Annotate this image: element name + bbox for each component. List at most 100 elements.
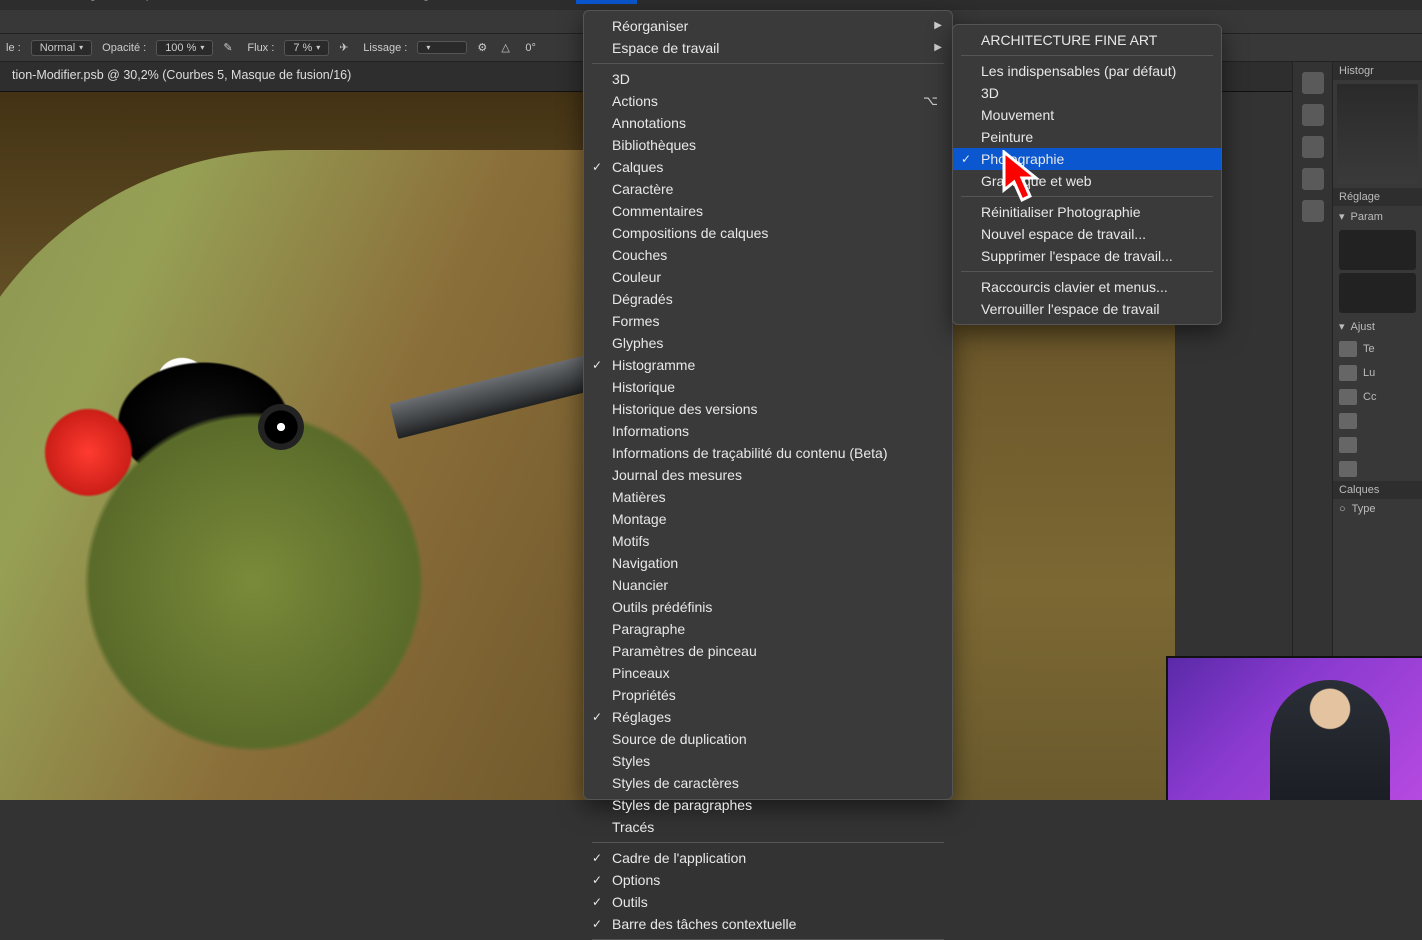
panel-histogram[interactable]: Histogr [1333,62,1422,80]
blend-mode-select[interactable]: Normal ▾ [31,40,92,56]
workspace-preset-1[interactable]: 3D [953,82,1221,104]
fenetre-item-7[interactable]: Compositions de calques [584,222,952,244]
toolstrip-icon-2[interactable] [1302,104,1324,126]
workspace-action-1[interactable]: Nouvel espace de travail... [953,223,1221,245]
fenetre-item-24[interactable]: Outils prédéfinis [584,596,952,618]
workspace-preset-3[interactable]: Peinture [953,126,1221,148]
fenetre-app-3[interactable]: ✓Barre des tâches contextuelle [584,913,952,935]
menu-item-label: Glyphes [612,333,663,353]
menu-item-label: Photographie [981,149,1064,169]
fenetre-app-2[interactable]: ✓Outils [584,891,952,913]
workspace-action-0[interactable]: Réinitialiser Photographie [953,201,1221,223]
lissage-value[interactable]: ▾ [417,41,467,54]
menubar-item-modules[interactable]: Modules externes [455,0,558,4]
fenetre-item-0[interactable]: 3D [584,68,952,90]
toolstrip-icon-5[interactable] [1302,200,1324,222]
fenetre-item-14[interactable]: Historique [584,376,952,398]
fenetre-item-30[interactable]: Source de duplication [584,728,952,750]
fenetre-item-18[interactable]: Journal des mesures [584,464,952,486]
menubar-item-filtre[interactable]: Filtre [302,0,331,4]
fenetre-item-31[interactable]: Styles [584,750,952,772]
menu-item-label: Caractère [612,179,673,199]
fenetre-item-12[interactable]: Glyphes [584,332,952,354]
fenetre-item-29[interactable]: ✓Réglages [584,706,952,728]
airbrush-icon[interactable]: ✈ [339,41,353,55]
menubar-item-selection[interactable]: Sélection [230,0,283,4]
fenetre-app-1[interactable]: ✓Options [584,869,952,891]
menu-item-label: Source de duplication [612,729,747,749]
fenetre-item-6[interactable]: Commentaires [584,200,952,222]
fenetre-item-13[interactable]: ✓Histogramme [584,354,952,376]
fenetre-item-22[interactable]: Navigation [584,552,952,574]
panel-ajust-row[interactable]: ▾Ajust [1333,316,1422,337]
workspace-action-2[interactable]: Supprimer l'espace de travail... [953,245,1221,267]
workspace-preset-4[interactable]: ✓Photographie [953,148,1221,170]
workspace-preset-2[interactable]: Mouvement [953,104,1221,126]
fenetre-item-32[interactable]: Styles de caractères [584,772,952,794]
fenetre-item-8[interactable]: Couches [584,244,952,266]
menu-item-label: Styles de caractères [612,773,739,793]
menubar-item-fenetre[interactable]: Fenêtre [576,0,637,4]
toolstrip-icon-3[interactable] [1302,136,1324,158]
fenetre-head-0[interactable]: Réorganiser▶ [584,15,952,37]
fenetre-item-23[interactable]: Nuancier [584,574,952,596]
menubar-item-affichage[interactable]: Affichage [383,0,437,4]
angle-icon[interactable]: △ [501,41,515,55]
menubar-item-image[interactable]: Image [68,0,104,4]
adj-row-5[interactable] [1333,457,1422,481]
menubar-item-edition[interactable]: Édition [10,0,50,4]
workspace-custom-0[interactable]: ARCHITECTURE FINE ART [953,29,1221,51]
fenetre-app-0[interactable]: ✓Cadre de l'application [584,847,952,869]
fenetre-item-25[interactable]: Paragraphe [584,618,952,640]
panel-reglages[interactable]: Réglage [1333,188,1422,206]
menubar-item-calque[interactable]: Calque [122,0,163,4]
param-thumb-1[interactable] [1339,230,1416,270]
workspace-action2-0[interactable]: Raccourcis clavier et menus... [953,276,1221,298]
adj-row-4[interactable] [1333,433,1422,457]
menubar-item-texte[interactable]: Texte [181,0,212,4]
workspace-preset-5[interactable]: Graphique et web [953,170,1221,192]
fenetre-item-3[interactable]: Bibliothèques [584,134,952,156]
workspace-action2-1[interactable]: Verrouiller l'espace de travail [953,298,1221,320]
gear-icon[interactable]: ⚙ [477,41,491,55]
menubar-item-3d[interactable]: 3D [349,0,366,4]
fenetre-item-2[interactable]: Annotations [584,112,952,134]
param-thumb-2[interactable] [1339,273,1416,313]
panel-param-row[interactable]: ▾Param [1333,206,1422,227]
adj-row-2[interactable]: Cc [1333,385,1422,409]
fenetre-item-21[interactable]: Motifs [584,530,952,552]
workspace-preset-0[interactable]: Les indispensables (par défaut) [953,60,1221,82]
pressure-opacity-icon[interactable]: ✎ [223,41,237,55]
fenetre-item-19[interactable]: Matières [584,486,952,508]
check-icon: ✓ [592,870,602,890]
fenetre-item-15[interactable]: Historique des versions [584,398,952,420]
fenetre-item-5[interactable]: Caractère [584,178,952,200]
fenetre-item-28[interactable]: Propriétés [584,684,952,706]
toolstrip-icon-4[interactable] [1302,168,1324,190]
panel-calques[interactable]: Calques [1333,481,1422,499]
fenetre-item-34[interactable]: Tracés [584,816,952,838]
fenetre-item-16[interactable]: Informations [584,420,952,442]
bird-image [0,150,650,800]
fenetre-item-4[interactable]: ✓Calques [584,156,952,178]
fenetre-item-26[interactable]: Paramètres de pinceau [584,640,952,662]
layer-type-row[interactable]: ○Type [1333,499,1422,519]
fenetre-head-1[interactable]: Espace de travail▶ [584,37,952,59]
fenetre-item-1[interactable]: Actions⌥ [584,90,952,112]
toolstrip-icon-1[interactable] [1302,72,1324,94]
adj-row-1[interactable]: Lu [1333,361,1422,385]
opacity-value[interactable]: 100 % ▾ [156,40,213,56]
menubar-item-aide[interactable]: Aide [655,0,681,4]
fenetre-item-20[interactable]: Montage [584,508,952,530]
adj-row-3[interactable] [1333,409,1422,433]
histogram-preview [1337,84,1418,184]
fenetre-item-17[interactable]: Informations de traçabilité du contenu (… [584,442,952,464]
menu-item-label: ARCHITECTURE FINE ART [981,30,1157,50]
fenetre-item-11[interactable]: Formes [584,310,952,332]
flux-value[interactable]: 7 % ▾ [284,40,329,56]
fenetre-item-9[interactable]: Couleur [584,266,952,288]
adj-row-0[interactable]: Te [1333,337,1422,361]
fenetre-item-33[interactable]: Styles de paragraphes [584,794,952,816]
fenetre-item-10[interactable]: Dégradés [584,288,952,310]
fenetre-item-27[interactable]: Pinceaux [584,662,952,684]
